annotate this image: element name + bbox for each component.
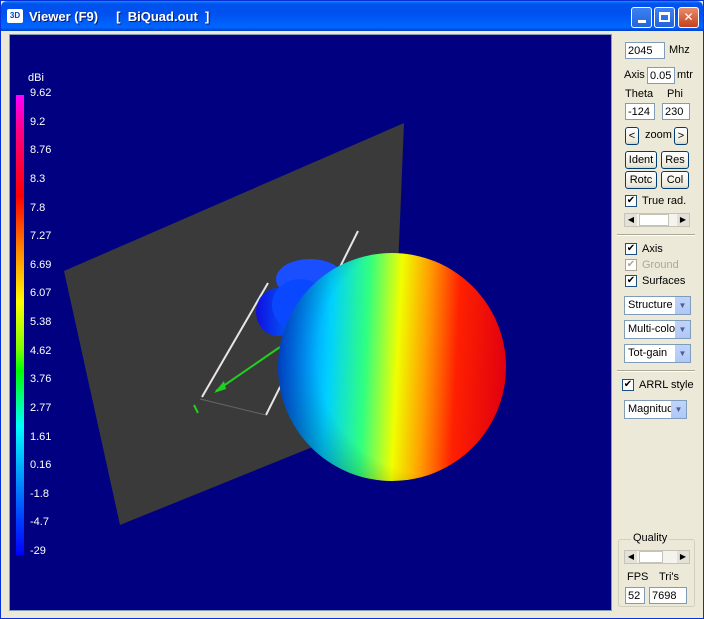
legend-label: 6.69 [30, 258, 52, 271]
separator [617, 234, 695, 236]
legend-label: -4.7 [30, 516, 49, 529]
tris-value: 7698 [649, 587, 687, 604]
window-title: Viewer (F9) [ BiQuad.out ] [29, 9, 210, 24]
dropdown-arrow-icon[interactable]: ▼ [675, 345, 690, 362]
legend-label: 3.76 [30, 373, 52, 386]
dropdown-arrow-icon[interactable]: ▼ [675, 297, 690, 314]
slider-thumb[interactable] [639, 214, 669, 226]
frequency-input[interactable]: 2045 [625, 42, 665, 59]
rotc-button[interactable]: Rotc [625, 171, 657, 189]
3d-viewport[interactable]: dBi 9.62 9.2 8.76 8.3 7.8 7.27 6.69 6.07 5.38 4.6… [9, 34, 612, 611]
col-button[interactable]: Col [661, 171, 689, 189]
slider-thumb[interactable] [639, 551, 663, 563]
separator [617, 370, 695, 372]
legend-label: 8.3 [30, 172, 46, 185]
structure-select[interactable]: Structure ▼ [624, 296, 691, 315]
zoom-out-button[interactable]: < [625, 127, 639, 145]
gain-select[interactable]: Tot-gain ▼ [624, 344, 691, 363]
3d-scene [64, 123, 506, 525]
legend-label: 9.2 [30, 115, 46, 128]
title-bar[interactable]: 3D Viewer (F9) [ BiQuad.out ] ✕ [1, 1, 703, 31]
axis-check-label: Axis [642, 243, 663, 255]
structure-select-value: Structure [628, 299, 673, 311]
slider-right-icon[interactable]: ▶ [677, 214, 689, 226]
close-button[interactable]: ✕ [678, 7, 699, 28]
slider-left-icon[interactable]: ◀ [625, 214, 637, 226]
viewer-window: 3D Viewer (F9) [ BiQuad.out ] ✕ dBi 9.62… [0, 0, 704, 619]
maximize-icon [659, 12, 670, 22]
phi-input[interactable]: 230 [662, 103, 690, 120]
axis-label: Axis [624, 69, 645, 81]
legend-label: 7.8 [30, 201, 46, 214]
close-icon: ✕ [683, 10, 694, 24]
theta-input[interactable]: -124 [625, 103, 655, 120]
quality-label: Quality [631, 532, 670, 544]
true-rad-label: True rad. [642, 195, 687, 207]
axis-unit: mtr [677, 69, 693, 81]
frequency-unit: Mhz [669, 44, 690, 56]
arrl-style-label: ARRL style [639, 379, 694, 391]
magnitude-select[interactable]: Magnitude ▼ [624, 400, 687, 419]
legend-label: 9.62 [30, 87, 52, 99]
color-mode-select[interactable]: Multi-color ▼ [624, 320, 691, 339]
dropdown-arrow-icon[interactable]: ▼ [675, 321, 690, 338]
res-button[interactable]: Res [661, 151, 689, 169]
ground-label: Ground [642, 259, 679, 271]
legend-label: -29 [30, 545, 46, 557]
axis-input[interactable]: 0.05 [647, 67, 675, 84]
slider-right-icon[interactable]: ▶ [677, 551, 689, 563]
maximize-button[interactable] [654, 7, 675, 28]
dropdown-arrow-icon[interactable]: ▼ [671, 401, 686, 418]
fps-label: FPS [627, 571, 649, 583]
color-mode-select-value: Multi-color [628, 323, 679, 335]
surfaces-checkbox[interactable]: ✔ [625, 275, 637, 287]
legend-unit: dBi [28, 72, 44, 84]
axis-checkbox[interactable]: ✔ [625, 243, 637, 255]
legend-color-bar [16, 95, 24, 555]
legend-label: 0.16 [30, 459, 52, 472]
main-lobe-shading [278, 253, 506, 481]
minimize-icon [638, 20, 646, 23]
legend-label: 7.27 [30, 230, 52, 243]
surfaces-label: Surfaces [642, 275, 686, 287]
app-icon: 3D [7, 9, 23, 23]
fps-value: 52 [625, 587, 645, 604]
phi-label: Phi [667, 88, 683, 100]
true-rad-slider[interactable]: ◀ ▶ [624, 213, 690, 227]
quality-slider[interactable]: ◀ ▶ [624, 550, 690, 564]
ident-button[interactable]: Ident [625, 151, 657, 169]
zoom-in-button[interactable]: > [674, 127, 688, 145]
zoom-label: zoom [645, 129, 672, 141]
control-panel: 2045 Mhz Axis 0.05 mtr Theta Phi -124 23… [615, 34, 699, 611]
tris-label: Tri's [659, 571, 680, 583]
true-rad-checkbox[interactable]: ✔ [625, 195, 637, 207]
legend-label: 4.62 [30, 344, 52, 357]
legend-label: 1.61 [30, 430, 52, 443]
arrl-style-checkbox[interactable]: ✔ [622, 379, 634, 391]
ground-checkbox: ✔ [625, 259, 637, 271]
slider-left-icon[interactable]: ◀ [625, 551, 637, 563]
legend-label: 5.38 [30, 316, 52, 328]
legend-label: 2.77 [30, 401, 52, 414]
legend-label: 8.76 [30, 144, 52, 157]
theta-label: Theta [625, 88, 654, 100]
gain-select-value: Tot-gain [628, 347, 668, 359]
legend-label: 6.07 [30, 287, 52, 300]
legend-label: -1.8 [30, 487, 49, 500]
minimize-button[interactable] [631, 7, 652, 28]
